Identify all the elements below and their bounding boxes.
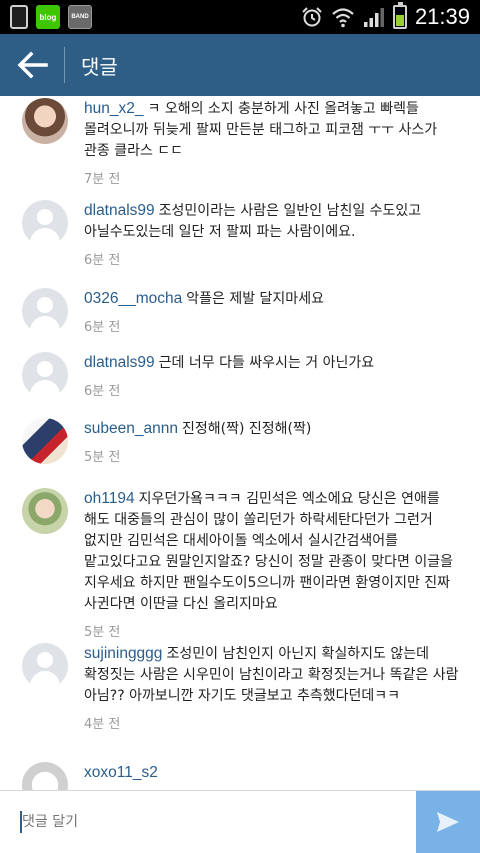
back-button[interactable] xyxy=(0,34,64,96)
comment-username[interactable]: xoxo11_s2 xyxy=(84,764,158,781)
comment-text: 진정해(짝) 진정해(짝) xyxy=(181,421,312,437)
status-bar: blog BAND 21:39 xyxy=(0,0,480,34)
comment-time: 6분 전 xyxy=(84,320,121,335)
blog-label: blog xyxy=(39,12,57,22)
comment-time: 4분 전 xyxy=(84,717,121,732)
comment-input[interactable] xyxy=(0,791,416,853)
comment-username[interactable]: dlatnals99 xyxy=(84,354,155,371)
comment-item: xoxo11_s2 xyxy=(0,762,480,790)
comment-body: 0326__mocha 악플은 제발 달지마세요 6분 전 xyxy=(84,288,460,352)
comment-item: oh1194 지우던가욬ㅋㅋㅋ 김민석은 엑소에요 당신은 연애를 해도 대중들의… xyxy=(0,486,480,643)
app-bar: 댓글 xyxy=(0,34,480,96)
notification-icons: blog BAND xyxy=(10,5,92,29)
comment-body: xoxo11_s2 xyxy=(84,762,460,790)
comment-text-block: hun_x2_ ㅋ 오해의 소지 충분하게 사진 올려놓고 빠렉들 몰려오니까 뒤… xyxy=(84,98,460,162)
comment-time: 6분 전 xyxy=(84,384,121,399)
comment-username[interactable]: hun_x2_ xyxy=(84,100,143,117)
comment-body: dlatnals99 조성민이라는 사람은 일반인 남친일 수도있고 아닐수도있는… xyxy=(84,200,460,288)
comment-time: 5분 전 xyxy=(84,625,121,640)
avatar[interactable] xyxy=(22,288,68,334)
avatar[interactable] xyxy=(22,418,68,464)
comment-text-block: dlatnals99 조성민이라는 사람은 일반인 남친일 수도있고 아닐수도있는… xyxy=(84,200,460,243)
comment-text: 근데 너무 다들 싸우시는 거 아닌가요 xyxy=(158,355,375,371)
comment-body: dlatnals99 근데 너무 다들 싸우시는 거 아닌가요 6분 전 xyxy=(84,352,460,418)
comment-body: oh1194 지우던가욬ㅋㅋㅋ 김민석은 엑소에요 당신은 연애를 해도 대중들의… xyxy=(84,488,460,643)
phone-notification-icon xyxy=(10,5,28,29)
text-caret xyxy=(20,811,22,833)
comment-username[interactable]: dlatnals99 xyxy=(84,202,155,219)
alarm-icon xyxy=(302,7,322,27)
comment-username[interactable]: subeen_annn xyxy=(84,420,178,437)
comment-item: dlatnals99 근데 너무 다들 싸우시는 거 아닌가요 6분 전 xyxy=(0,352,480,418)
comment-list[interactable]: hun_x2_ ㅋ 오해의 소지 충분하게 사진 올려놓고 빠렉들 몰려오니까 뒤… xyxy=(0,96,480,790)
avatar[interactable] xyxy=(22,643,68,689)
comment-time: 7분 전 xyxy=(84,172,121,187)
comment-username[interactable]: sujiningggg xyxy=(84,645,162,662)
comment-text: 지우던가욬ㅋㅋㅋ 김민석은 엑소에요 당신은 연애를 해도 대중들의 관심이 많… xyxy=(84,491,454,612)
battery-icon xyxy=(392,2,407,29)
comment-item: subeen_annn 진정해(짝) 진정해(짝) 5분 전 xyxy=(0,418,480,486)
comment-text-block: 0326__mocha 악플은 제발 달지마세요 xyxy=(84,288,460,310)
comment-text: 악플은 제발 달지마세요 xyxy=(186,291,324,307)
page-title: 댓글 xyxy=(81,54,118,79)
comment-time: 6분 전 xyxy=(84,253,121,268)
send-button[interactable] xyxy=(416,791,480,853)
comment-item: sujiningggg 조성민이 남친인지 아닌지 확실하지도 않는데 확정짓는 … xyxy=(0,643,480,762)
avatar[interactable] xyxy=(22,200,68,246)
comment-text-block: dlatnals99 근데 너무 다들 싸우시는 거 아닌가요 xyxy=(84,352,460,374)
comment-body: sujiningggg 조성민이 남친인지 아닌지 확실하지도 않는데 확정짓는 … xyxy=(84,643,460,762)
comment-body: hun_x2_ ㅋ 오해의 소지 충분하게 사진 올려놓고 빠렉들 몰려오니까 뒤… xyxy=(84,98,460,195)
band-label: BAND xyxy=(71,14,89,20)
wifi-icon xyxy=(332,8,354,28)
avatar[interactable] xyxy=(22,352,68,398)
clock: 21:39 xyxy=(414,4,470,29)
blog-notification-icon: blog xyxy=(36,5,60,29)
comment-username[interactable]: oh1194 xyxy=(84,490,135,507)
comment-item: dlatnals99 조성민이라는 사람은 일반인 남친일 수도있고 아닐수도있는… xyxy=(0,195,480,288)
system-icons: 21:39 xyxy=(301,2,470,30)
signal-icon xyxy=(363,8,384,27)
avatar[interactable] xyxy=(22,98,68,144)
send-icon xyxy=(437,812,459,832)
band-notification-icon: BAND xyxy=(68,5,92,29)
arrow-left-icon xyxy=(17,51,48,79)
header-divider xyxy=(64,47,65,83)
avatar[interactable] xyxy=(22,762,68,790)
comment-text-block: subeen_annn 진정해(짝) 진정해(짝) xyxy=(84,418,460,440)
comment-item: 0326__mocha 악플은 제발 달지마세요 6분 전 xyxy=(0,288,480,352)
comment-username[interactable]: 0326__mocha xyxy=(84,290,182,307)
avatar[interactable] xyxy=(22,488,68,534)
comment-input-bar xyxy=(0,790,480,853)
comment-item: hun_x2_ ㅋ 오해의 소지 충분하게 사진 올려놓고 빠렉들 몰려오니까 뒤… xyxy=(0,96,480,195)
comment-text-block: sujiningggg 조성민이 남친인지 아닌지 확실하지도 않는데 확정짓는 … xyxy=(84,643,460,707)
comment-text-block: oh1194 지우던가욬ㅋㅋㅋ 김민석은 엑소에요 당신은 연애를 해도 대중들의… xyxy=(84,488,460,615)
comment-text-block: xoxo11_s2 xyxy=(84,762,460,784)
comment-time: 5분 전 xyxy=(84,450,121,465)
comment-body: subeen_annn 진정해(짝) 진정해(짝) 5분 전 xyxy=(84,418,460,486)
